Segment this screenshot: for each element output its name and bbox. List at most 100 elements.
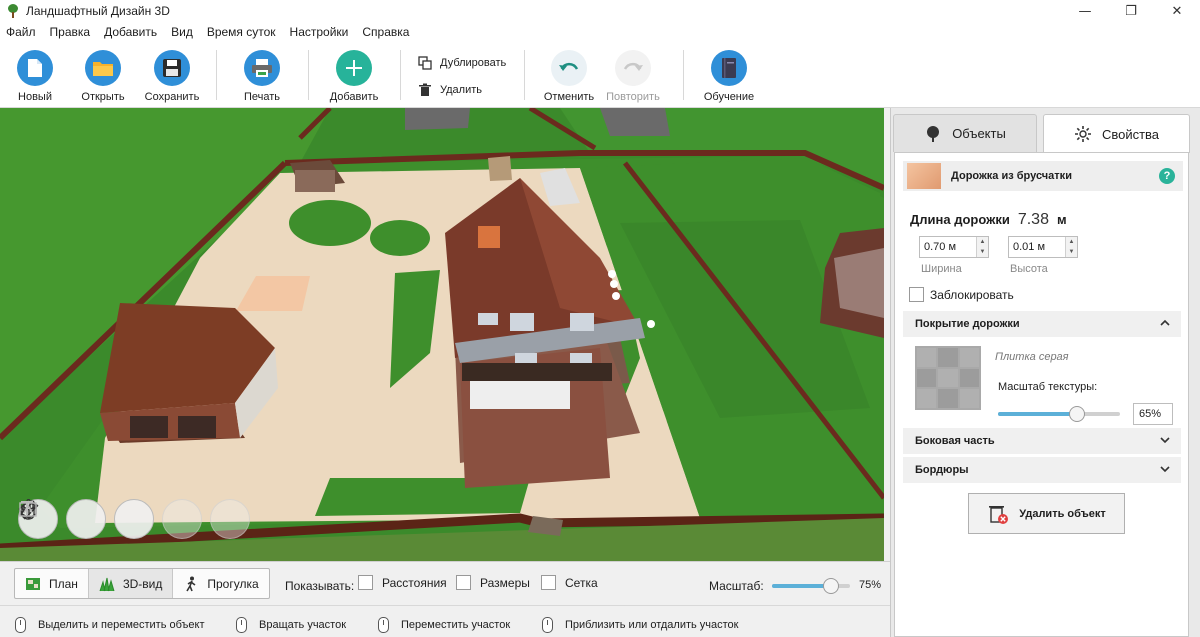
tab-plan[interactable]: План [15, 569, 89, 598]
width-stepper[interactable]: ▲ ▼ [976, 237, 988, 257]
section-surface[interactable]: Покрытие дорожки [903, 311, 1181, 337]
lock-checkbox-box[interactable] [909, 287, 924, 302]
chevron-down-icon [1160, 437, 1170, 444]
pan-tool[interactable] [18, 499, 106, 539]
show-label: Показывать: [285, 579, 355, 593]
mouse-scroll-icon [542, 617, 553, 633]
plus-icon [336, 50, 372, 86]
tab-properties[interactable]: Свойства [1043, 114, 1190, 153]
dimensions-checkbox[interactable]: Размеры [456, 575, 530, 590]
grid-label: Сетка [565, 575, 598, 590]
redo-button[interactable]: Повторить [598, 50, 668, 103]
tab-properties-label: Свойства [1101, 126, 1160, 142]
object-name: Дорожка из брусчатки [951, 170, 1072, 182]
menu-help[interactable]: Справка [362, 25, 409, 39]
save-label: Сохранить [144, 91, 200, 103]
properties-panel: Объекты Свойства Дорожка из брусчатки ? … [890, 108, 1200, 637]
width-field[interactable]: 0.70 м ▲ ▼ [919, 236, 989, 258]
print-button[interactable]: Печать [227, 50, 297, 103]
folder-icon [85, 50, 121, 86]
chevron-down-icon [1160, 466, 1170, 473]
texture-scale-thumb[interactable] [1069, 406, 1086, 422]
grid-checkbox[interactable]: Сетка [541, 575, 598, 590]
delete-button[interactable]: Удалить [418, 83, 482, 97]
menu-time-of-day[interactable]: Время суток [207, 25, 276, 39]
menu-file[interactable]: Файл [6, 25, 36, 39]
hint-zoom: Приблизить или отдалить участок [542, 617, 738, 633]
tutorial-label: Обучение [703, 91, 755, 103]
label-icon [19, 502, 37, 517]
section-borders[interactable]: Бордюры [903, 457, 1181, 483]
3d-viewport[interactable] [0, 108, 884, 561]
section-surface-label: Покрытие дорожки [915, 318, 1020, 330]
zoom-slider-fill [772, 584, 831, 588]
undo-arrow-icon [551, 50, 587, 86]
distances-checkbox-box[interactable] [358, 575, 373, 590]
new-label: Новый [18, 91, 52, 103]
delete-object-button[interactable]: Удалить объект [968, 493, 1125, 534]
panel-tabs: Объекты Свойства [891, 108, 1200, 153]
path-length-value: 7.38 [1017, 211, 1049, 228]
dimensions-label: Размеры [480, 575, 530, 590]
path-length-row: Длина дорожки 7.38 м [910, 211, 1067, 229]
width-caption: Ширина [921, 263, 962, 275]
distances-checkbox[interactable]: Расстояния [358, 575, 447, 590]
height-stepper[interactable]: ▲ ▼ [1065, 237, 1077, 257]
texture-name: Плитка серая [995, 351, 1069, 363]
tutorial-button[interactable]: Обучение [694, 50, 764, 103]
duplicate-button[interactable]: Дублировать [418, 56, 506, 70]
status-bar: Выделить и переместить объект Вращать уч… [0, 605, 890, 637]
toolbar-divider [216, 50, 217, 100]
tab-plan-label: План [49, 576, 78, 591]
grid-checkbox-box[interactable] [541, 575, 556, 590]
zoom-slider-thumb[interactable] [822, 578, 839, 594]
book-icon [711, 50, 747, 86]
close-button[interactable]: ✕ [1154, 0, 1200, 22]
toolbar: Новый Открыть Сохранить Печать Добавить … [0, 42, 1200, 108]
gray-tile-texture-swatch[interactable] [915, 346, 981, 410]
menu-add[interactable]: Добавить [104, 25, 157, 39]
hint-pan: Переместить участок [378, 617, 510, 633]
open-label: Открыть [81, 91, 125, 103]
path-length-label: Длина дорожки [910, 212, 1010, 227]
view-bar: План 3D-вид Прогулка Показывать: Расстоя… [0, 561, 890, 605]
label-tool[interactable] [19, 499, 250, 539]
new-file-icon [17, 50, 53, 86]
hint-rotate: Вращать участок [236, 617, 346, 633]
help-icon[interactable]: ? [1159, 168, 1175, 184]
section-side[interactable]: Боковая часть [903, 428, 1181, 454]
height-caption: Высота [1010, 263, 1048, 275]
printer-icon [244, 50, 280, 86]
height-value: 0.01 м [1013, 241, 1046, 253]
tab-walk[interactable]: Прогулка [173, 569, 268, 598]
lock-checkbox[interactable]: Заблокировать [909, 287, 1014, 302]
texture-scale-input[interactable]: 65% [1133, 403, 1173, 425]
toolbar-divider [308, 50, 309, 100]
menu-settings[interactable]: Настройки [290, 25, 349, 39]
open-button[interactable]: Открыть [68, 50, 138, 103]
add-button[interactable]: Добавить [319, 50, 389, 103]
zoom-label: Масштаб: [709, 579, 764, 593]
app-tree-icon [6, 4, 20, 18]
save-button[interactable]: Сохранить [137, 50, 207, 103]
section-side-label: Боковая часть [915, 435, 995, 447]
zoom-value: 75% [859, 579, 882, 591]
menu-view[interactable]: Вид [171, 25, 193, 39]
measure-tool[interactable] [19, 499, 154, 539]
toolbar-divider [400, 50, 401, 100]
maximize-button[interactable]: ❐ [1108, 0, 1154, 22]
dimensions-checkbox-box[interactable] [456, 575, 471, 590]
chevron-up-icon [1160, 319, 1170, 326]
duplicate-icon [418, 56, 432, 70]
duplicate-label: Дублировать [440, 57, 507, 69]
tab-3d-view[interactable]: 3D-вид [88, 569, 174, 598]
viewport-tools [18, 499, 258, 539]
tab-objects[interactable]: Объекты [893, 114, 1037, 152]
menu-edit[interactable]: Правка [50, 25, 91, 39]
new-button[interactable]: Новый [0, 50, 70, 103]
text-tool[interactable] [21, 499, 202, 539]
minimize-button[interactable]: — [1062, 0, 1108, 22]
height-field[interactable]: 0.01 м ▲ ▼ [1008, 236, 1078, 258]
distances-label: Расстояния [382, 575, 447, 590]
undo-button[interactable]: Отменить [534, 50, 604, 103]
